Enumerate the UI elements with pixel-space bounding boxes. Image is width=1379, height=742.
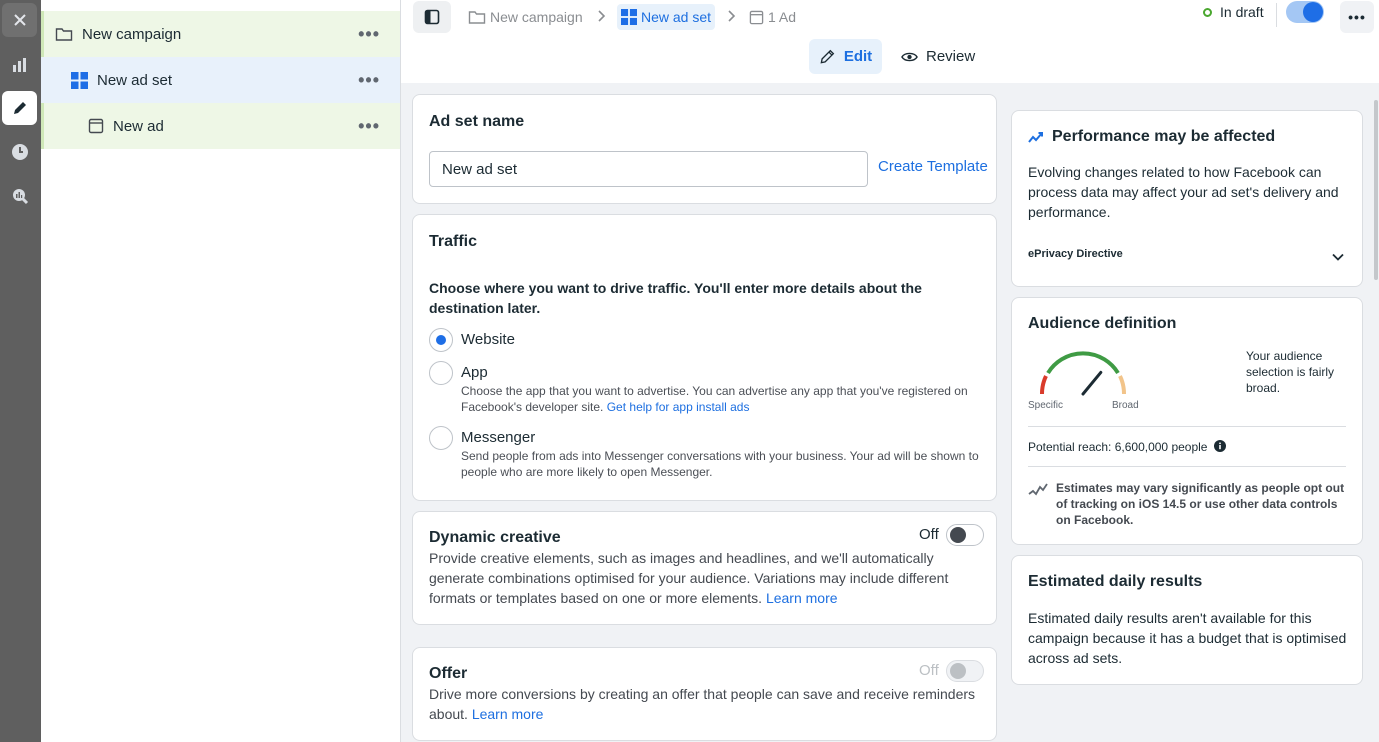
pencil-icon[interactable]	[2, 91, 37, 125]
performance-card: Performance may be affected Evolving cha…	[1011, 110, 1363, 287]
tree-item-campaign[interactable]: New campaign •••	[41, 11, 400, 57]
breadcrumb-label: New ad set	[641, 9, 712, 25]
toggle-state-label: Off	[919, 662, 939, 679]
eye-icon	[901, 52, 918, 61]
audience-card: Audience definition Specific Broad Your …	[1011, 297, 1363, 545]
divider	[1028, 426, 1346, 427]
left-rail	[0, 0, 41, 742]
card-description: Provide creative elements, such as image…	[429, 548, 984, 608]
card-description: Drive more conversions by creating an of…	[429, 684, 984, 724]
chart-icon[interactable]	[2, 48, 37, 82]
chevron-right-icon	[597, 9, 606, 25]
folder-icon	[55, 26, 73, 42]
potential-reach: Potential reach: 6,600,000 people	[1028, 439, 1226, 456]
panel-toggle-icon[interactable]	[413, 1, 451, 33]
card-title: Performance may be affected	[1052, 128, 1276, 145]
description-text: Provide creative elements, such as image…	[429, 550, 949, 606]
magnify-chart-icon[interactable]	[2, 179, 37, 213]
card-title: Offer	[429, 665, 468, 682]
radio-website[interactable]	[429, 328, 453, 352]
grid-icon	[621, 9, 637, 25]
card-title: Ad set name	[429, 113, 525, 130]
card-description: Estimated daily results aren't available…	[1028, 610, 1347, 666]
divider	[1028, 466, 1346, 467]
tree-item-ad[interactable]: New ad •••	[41, 103, 400, 149]
dynamic-creative-toggle[interactable]	[946, 524, 984, 546]
tab-label: Review	[926, 48, 976, 65]
dynamic-creative-card: Dynamic creative Off Provide creative el…	[412, 511, 997, 625]
trend-icon	[1028, 130, 1044, 147]
tree-item-label: New ad set	[97, 71, 173, 89]
option-label: Messenger	[461, 429, 536, 446]
estimates-note: Estimates may vary significantly as peop…	[1056, 481, 1345, 527]
app-install-help-link[interactable]: Get help for app install ads	[607, 400, 750, 414]
tab-label: Edit	[843, 48, 873, 65]
tree-item-label: New ad	[113, 117, 164, 135]
learn-more-link[interactable]: Learn more	[472, 706, 544, 722]
tab-edit[interactable]: Edit	[809, 39, 882, 74]
card-title: Estimated daily results	[1028, 573, 1203, 590]
option-description: Choose the app that you want to advertis…	[461, 383, 981, 415]
card-title: Audience definition	[1028, 315, 1177, 332]
status-label: In draft	[1220, 4, 1264, 20]
learn-more-link[interactable]: Learn more	[766, 590, 838, 606]
traffic-card: Traffic Choose where you want to drive t…	[412, 214, 997, 501]
close-icon[interactable]	[2, 3, 37, 37]
ad-icon	[749, 10, 764, 24]
status-badge: In draft	[1203, 4, 1264, 20]
top-bar: New campaign New ad set 1 Ad In draft ••…	[401, 0, 1379, 83]
breadcrumb-label: New campaign	[490, 9, 583, 25]
campaign-tree: New campaign ••• New ad set ••• New ad •…	[41, 0, 401, 742]
breadcrumb-campaign[interactable]: New campaign	[468, 4, 583, 30]
more-options-icon[interactable]: •••	[358, 24, 380, 45]
clock-icon[interactable]	[2, 135, 37, 169]
info-icon[interactable]	[1213, 440, 1226, 456]
fluctuation-icon	[1028, 482, 1048, 501]
card-title: Dynamic creative	[429, 529, 561, 546]
potential-reach-text: Potential reach: 6,600,000 people	[1028, 440, 1208, 454]
more-options-button[interactable]: •••	[1340, 1, 1374, 33]
status-dot-icon	[1203, 7, 1212, 17]
folder-icon	[468, 11, 486, 24]
chevron-right-icon	[727, 9, 736, 25]
toggle-state-label: Off	[919, 526, 939, 543]
create-template-link[interactable]: Create Template	[878, 158, 988, 175]
chevron-down-icon[interactable]	[1332, 248, 1344, 264]
adset-on-off-toggle[interactable]	[1286, 1, 1324, 23]
eprivacy-directive-label[interactable]: ePrivacy Directive	[1028, 246, 1123, 262]
scrollbar[interactable]	[1374, 100, 1378, 280]
traffic-prompt: Choose where you want to drive traffic. …	[429, 280, 922, 316]
tab-review[interactable]: Review	[901, 39, 975, 74]
tree-item-label: New campaign	[82, 25, 182, 43]
gauge-label-low: Specific	[1028, 400, 1064, 411]
audience-gauge	[1028, 346, 1138, 405]
radio-app[interactable]	[429, 361, 453, 385]
radio-messenger[interactable]	[429, 426, 453, 450]
gauge-label-high: Broad	[1112, 400, 1139, 411]
adset-name-input[interactable]: New ad set	[429, 151, 868, 187]
main-content: Ad set name New ad set Create Template T…	[401, 83, 1379, 742]
audience-summary: Your audience selection is fairly broad.	[1246, 349, 1335, 395]
more-options-icon[interactable]: •••	[358, 116, 380, 137]
tree-item-adset[interactable]: New ad set •••	[41, 57, 400, 103]
offer-toggle[interactable]	[946, 660, 984, 682]
more-options-icon[interactable]: •••	[358, 70, 380, 91]
card-description: Evolving changes related to how Facebook…	[1028, 164, 1339, 220]
option-description: Send people from ads into Messenger conv…	[461, 449, 979, 479]
ad-icon	[88, 118, 104, 134]
grid-icon	[71, 71, 88, 89]
offer-card: Offer Off Drive more conversions by crea…	[412, 647, 997, 741]
pencil-icon	[820, 49, 835, 64]
option-label: App	[461, 364, 488, 381]
divider	[1276, 3, 1277, 27]
option-label: Website	[461, 331, 515, 348]
daily-results-card: Estimated daily results Estimated daily …	[1011, 555, 1363, 685]
breadcrumb-ad[interactable]: 1 Ad	[749, 4, 796, 30]
breadcrumb-adset[interactable]: New ad set	[617, 4, 716, 30]
breadcrumb-label: 1 Ad	[768, 9, 797, 25]
adset-name-card: Ad set name New ad set Create Template	[412, 94, 997, 204]
card-title: Traffic	[429, 233, 478, 250]
